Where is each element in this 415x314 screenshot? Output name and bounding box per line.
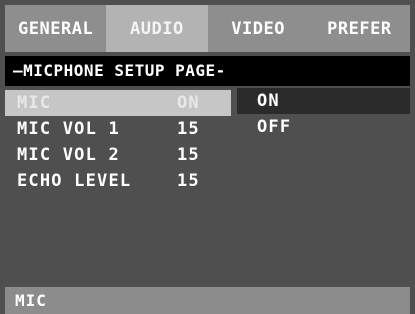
status-bar: MIC	[5, 287, 410, 314]
setting-label: MIC VOL 2	[17, 145, 120, 165]
option-off[interactable]: OFF	[237, 114, 410, 140]
setting-row-mic[interactable]: MIC ON	[5, 90, 231, 116]
setting-value: 15	[177, 145, 200, 165]
setup-screen: GENERAL AUDIO VIDEO PREFER —MICPHONE SET…	[0, 0, 415, 314]
setting-value: ON	[177, 93, 200, 113]
setting-label: ECHO LEVEL	[17, 171, 132, 191]
tab-general[interactable]: GENERAL	[5, 5, 107, 52]
option-on[interactable]: ON	[237, 88, 410, 114]
setting-value: 15	[177, 171, 200, 191]
tab-audio[interactable]: AUDIO	[106, 5, 208, 52]
tab-bar: GENERAL AUDIO VIDEO PREFER	[5, 5, 410, 52]
setting-label: MIC	[17, 93, 52, 113]
tab-video[interactable]: VIDEO	[207, 5, 309, 52]
settings-panel: MIC ON MIC VOL 1 15 MIC VOL 2 15 ECHO LE…	[5, 88, 410, 284]
setting-row-mic-vol-1[interactable]: MIC VOL 1 15	[5, 116, 231, 142]
page-title: —MICPHONE SETUP PAGE-	[5, 56, 410, 86]
tab-prefer[interactable]: PREFER	[308, 5, 410, 52]
setting-row-echo-level[interactable]: ECHO LEVEL 15	[5, 168, 231, 194]
setting-value: 15	[177, 119, 200, 139]
setting-label: MIC VOL 1	[17, 119, 120, 139]
setting-row-mic-vol-2[interactable]: MIC VOL 2 15	[5, 142, 231, 168]
option-list: ON OFF	[237, 88, 410, 140]
